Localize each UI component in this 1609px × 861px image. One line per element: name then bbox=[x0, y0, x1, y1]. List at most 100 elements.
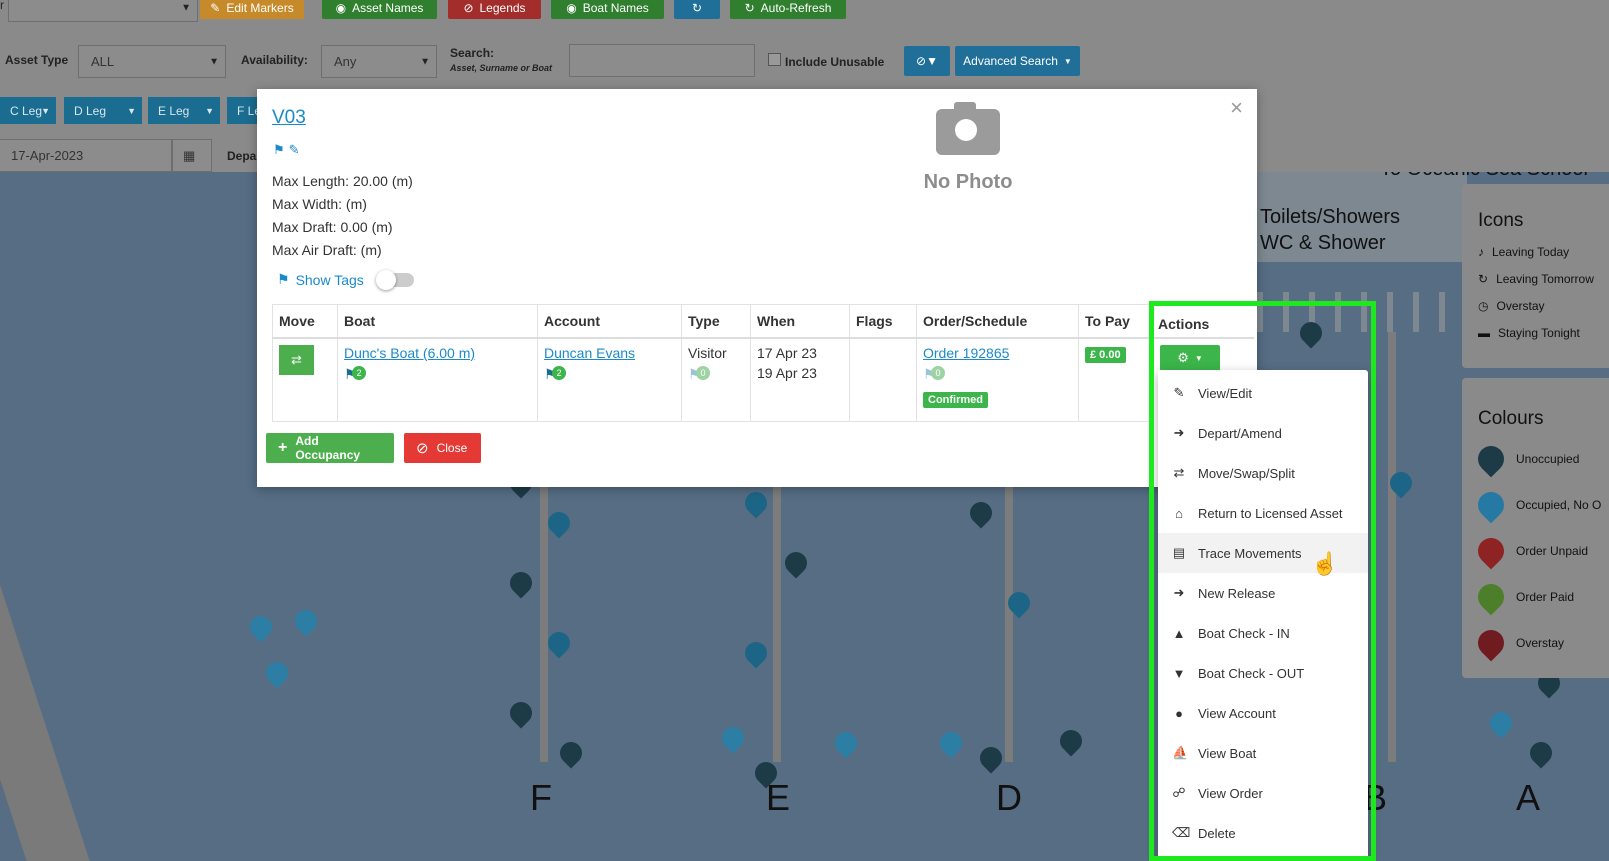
thumbs-up-icon: ▲ bbox=[1172, 625, 1186, 641]
col-move: Move bbox=[272, 304, 338, 339]
order-cell: Order 192865 ⚑ 0 Confirmed bbox=[916, 337, 1079, 422]
show-tags-toggle[interactable] bbox=[375, 269, 414, 290]
caret-down-icon: ▼ bbox=[41, 105, 50, 116]
leg-filter-c[interactable]: C Leg ▼ bbox=[0, 97, 56, 124]
col-boat: Boat bbox=[337, 304, 538, 339]
include-unusable-checkbox[interactable] bbox=[768, 53, 781, 66]
auto-refresh-button[interactable]: ↻ Auto-Refresh bbox=[730, 0, 846, 19]
move-button[interactable]: ⇄ bbox=[279, 344, 314, 375]
icons-legend-panel: Icons ♪ Leaving Today ↻ Leaving Tomorrow ◷… bbox=[1462, 184, 1609, 368]
close-icon[interactable]: × bbox=[1230, 95, 1243, 121]
refresh-button[interactable]: ↻ bbox=[674, 0, 720, 19]
jetty-b bbox=[1388, 332, 1396, 762]
order-tags-badge[interactable]: ⚑ 0 bbox=[923, 365, 949, 384]
boat-tags-badge[interactable]: ⚑ 2 bbox=[344, 365, 370, 384]
when-cell: 17 Apr 23 19 Apr 23 bbox=[750, 337, 850, 422]
add-occupancy-button[interactable]: + Add Occupancy bbox=[266, 433, 394, 463]
col-order-schedule: Order/Schedule bbox=[916, 304, 1079, 339]
asset-title-link[interactable]: V03 bbox=[272, 107, 306, 129]
berth-marker[interactable] bbox=[245, 611, 277, 643]
asset-type-select[interactable]: ALL ▼ bbox=[78, 45, 226, 78]
caret-down-icon: ▼ bbox=[127, 105, 136, 116]
type-tags-badge[interactable]: ⚑ 0 bbox=[688, 365, 714, 384]
menu-item-depart-amend[interactable]: ➜ Depart/Amend bbox=[1158, 413, 1368, 453]
edit-markers-button[interactable]: ✎ Edit Markers bbox=[200, 0, 304, 19]
col-account: Account bbox=[537, 304, 682, 339]
berth-marker[interactable] bbox=[780, 547, 812, 579]
boat-names-button[interactable]: ◉ Boat Names bbox=[551, 0, 664, 19]
calendar-button[interactable]: ▦ bbox=[172, 139, 212, 172]
menu-item-new-release[interactable]: ➜ New Release bbox=[1158, 573, 1368, 613]
berth-marker[interactable] bbox=[1055, 725, 1087, 757]
advanced-search-button[interactable]: Advanced Search ▼ bbox=[955, 46, 1080, 76]
map-select[interactable]: ▼ bbox=[8, 0, 198, 22]
menu-item-boat-check-out[interactable]: ▼ Boat Check - OUT bbox=[1158, 653, 1368, 693]
legend-row: Order Unpaid bbox=[1472, 528, 1609, 574]
leg-filter-e[interactable]: E Leg ▼ bbox=[148, 97, 220, 124]
berth-marker[interactable] bbox=[1525, 737, 1557, 769]
pier-label-a: A bbox=[1516, 777, 1541, 818]
jetty-e bbox=[773, 472, 781, 762]
tag-icon[interactable]: ⚑ bbox=[273, 142, 285, 158]
berth-marker[interactable] bbox=[740, 487, 772, 519]
menu-item-view-boat[interactable]: ⛵ View Boat bbox=[1158, 733, 1368, 773]
spec-max-length: Max Length: 20.00 (m) bbox=[272, 173, 413, 189]
menu-item-return-licensed-asset[interactable]: ⌂ Return to Licensed Asset bbox=[1158, 493, 1368, 533]
berth-marker[interactable] bbox=[505, 567, 537, 599]
occupancy-table: Move Boat Account Type When Flags Order/… bbox=[272, 304, 1159, 422]
actions-gear-button[interactable]: ⚙ ▼ bbox=[1160, 345, 1220, 371]
table-row: ⇄ Dunc's Boat (6.00 m) ⚑ 2 Duncan Evans ⚑… bbox=[272, 337, 1159, 422]
col-to-pay: To Pay bbox=[1078, 304, 1159, 339]
spec-max-air-draft: Max Air Draft: (m) bbox=[272, 242, 382, 258]
breakwater bbox=[0, 473, 94, 861]
berth-marker[interactable] bbox=[543, 507, 575, 539]
asset-photo-placeholder: No Photo bbox=[913, 102, 1023, 194]
cart-icon: ☍ bbox=[1172, 785, 1186, 800]
menu-item-view-order[interactable]: ☍ View Order bbox=[1158, 773, 1368, 813]
legends-button[interactable]: ⊘ Legends bbox=[448, 0, 541, 19]
user-icon: ● bbox=[1175, 705, 1183, 721]
menu-item-move-swap-split[interactable]: ⇄ Move/Swap/Split bbox=[1158, 453, 1368, 493]
menu-item-view-edit[interactable]: ✎ View/Edit bbox=[1158, 373, 1368, 413]
berth-marker[interactable] bbox=[555, 737, 587, 769]
berth-marker[interactable] bbox=[543, 627, 575, 659]
asset-names-button[interactable]: ◉ Asset Names bbox=[322, 0, 437, 19]
berth-marker[interactable] bbox=[261, 657, 293, 689]
date-input[interactable]: 17-Apr-2023 bbox=[0, 139, 172, 172]
pier-label-e: E bbox=[766, 777, 791, 818]
availability-select[interactable]: Any ▼ bbox=[321, 45, 437, 78]
berth-marker[interactable] bbox=[290, 605, 322, 637]
to-pay-cell: £ 0.00 bbox=[1078, 337, 1159, 422]
edit-icon: ✎ bbox=[1173, 385, 1185, 400]
menu-item-view-account[interactable]: ● View Account bbox=[1158, 693, 1368, 733]
berth-marker[interactable] bbox=[505, 697, 537, 729]
berth-marker[interactable] bbox=[740, 637, 772, 669]
berth-marker[interactable] bbox=[1485, 707, 1517, 739]
berth-marker[interactable] bbox=[935, 727, 967, 759]
leg-filter-d[interactable]: D Leg ▼ bbox=[64, 97, 142, 124]
close-button[interactable]: ⊘ Close bbox=[404, 433, 481, 463]
clear-filter-button[interactable]: ⊘▼ bbox=[904, 46, 950, 76]
berth-marker[interactable] bbox=[975, 742, 1007, 774]
map-pin-icon bbox=[1472, 440, 1510, 478]
search-input[interactable] bbox=[569, 44, 755, 77]
table-header-row: Move Boat Account Type When Flags Order/… bbox=[272, 304, 1159, 339]
berth-marker[interactable] bbox=[830, 727, 862, 759]
include-unusable-label: Include Unusable bbox=[785, 55, 885, 69]
area-label-toilets: Toilets/Showers bbox=[1260, 206, 1401, 228]
boat-link[interactable]: Dunc's Boat (6.00 m) bbox=[344, 345, 531, 361]
account-tags-badge[interactable]: ⚑ 2 bbox=[544, 365, 570, 384]
berth-marker[interactable] bbox=[965, 497, 997, 529]
account-cell: Duncan Evans ⚑ 2 bbox=[537, 337, 682, 422]
account-link[interactable]: Duncan Evans bbox=[544, 345, 675, 361]
menu-item-boat-check-in[interactable]: ▲ Boat Check - IN bbox=[1158, 613, 1368, 653]
toolbar-label-fragment: r bbox=[0, 0, 4, 12]
berth-marker[interactable] bbox=[717, 722, 749, 754]
show-tags-row: ⚑ Show Tags bbox=[277, 269, 414, 290]
edit-icon[interactable]: ✎ bbox=[289, 142, 300, 158]
order-link[interactable]: Order 192865 bbox=[923, 345, 1072, 361]
asset-modal: × V03 ⚑ ✎ Max Length: 20.00 (m) Max Widt… bbox=[257, 89, 1257, 487]
col-type: Type bbox=[681, 304, 751, 339]
map-pin-icon bbox=[1472, 486, 1510, 524]
menu-item-delete[interactable]: ⌫ Delete bbox=[1158, 813, 1368, 853]
